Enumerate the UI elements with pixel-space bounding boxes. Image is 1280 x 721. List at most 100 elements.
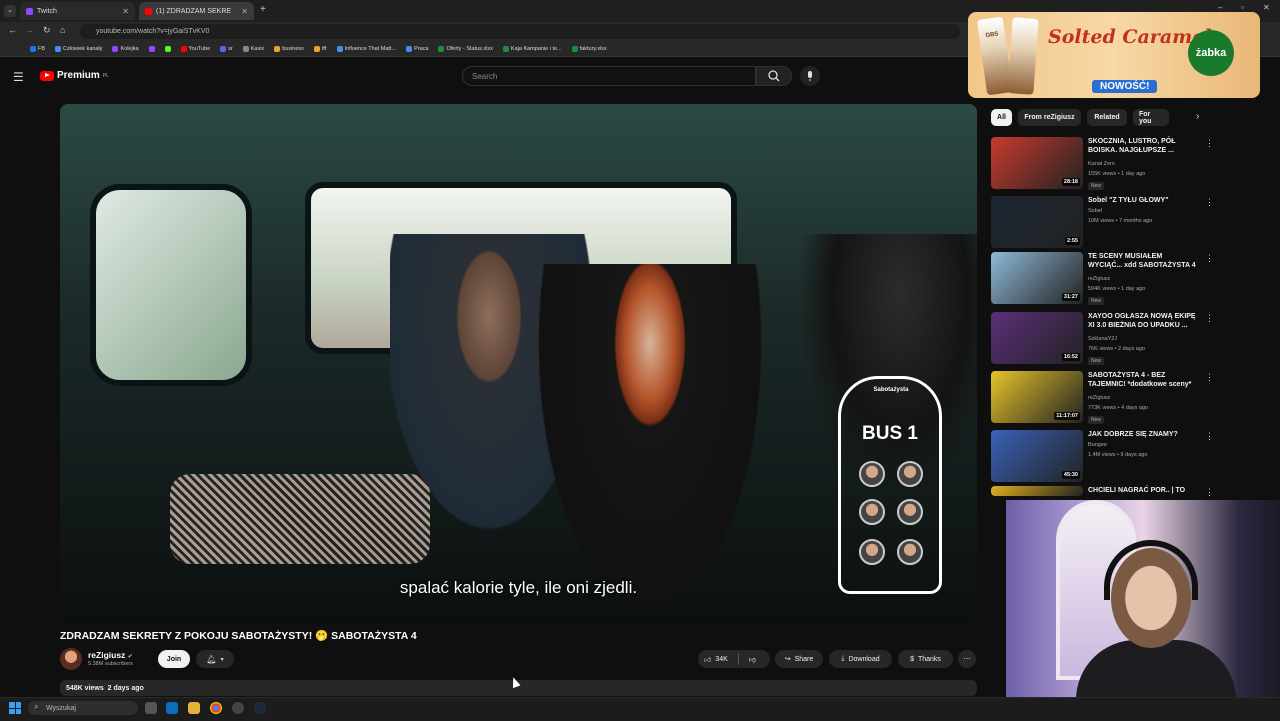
home-icon[interactable]: ⌂ bbox=[60, 25, 65, 35]
related-video-channel[interactable]: Kanał Zero bbox=[1088, 161, 1115, 167]
related-video-meta: 155K views • 1 day ago bbox=[1088, 171, 1146, 177]
page-icon bbox=[242, 45, 249, 52]
video-player[interactable]: Sabotażysta BUS 1 spalać kalorie tyle, i… bbox=[60, 104, 977, 620]
bookmark-label: Człowiek kanały bbox=[63, 45, 103, 52]
minimize-button[interactable]: – bbox=[1218, 3, 1222, 12]
bookmark-item[interactable]: Oferty - Status.xlsx bbox=[438, 45, 493, 52]
video-thumbnail[interactable]: 45:30 bbox=[991, 430, 1083, 482]
thanks-label: Thanks bbox=[917, 655, 941, 663]
share-button[interactable]: ↪ Share bbox=[775, 650, 823, 668]
bookmark-item[interactable]: tft bbox=[313, 45, 327, 52]
chip-all[interactable]: All bbox=[991, 109, 1012, 126]
thumbs-up-icon: 👍︎ bbox=[704, 656, 712, 664]
search-input[interactable]: Search bbox=[462, 66, 756, 86]
close-icon[interactable]: ✕ bbox=[241, 7, 248, 16]
related-video-channel[interactable]: reZigiusz bbox=[1088, 395, 1110, 401]
reload-icon[interactable]: ↻ bbox=[43, 25, 51, 36]
folder-icon bbox=[274, 45, 281, 52]
voice-search-button[interactable] bbox=[800, 66, 820, 86]
file-explorer-icon[interactable] bbox=[188, 702, 200, 714]
dislike-button[interactable]: 👎︎ bbox=[743, 655, 756, 664]
related-video-title[interactable]: JAK DOBRZE SIĘ ZNAMY? bbox=[1088, 430, 1198, 439]
back-icon[interactable]: ← bbox=[8, 25, 17, 35]
menu-icon[interactable]: ☰ bbox=[13, 70, 24, 84]
seat-avatar bbox=[897, 539, 923, 565]
tab-youtube[interactable]: (1) ZDRADZAM SEKRETY Z ✕ bbox=[139, 2, 254, 20]
task-view-icon[interactable] bbox=[145, 702, 157, 714]
bookmark-item[interactable]: Kolejka bbox=[112, 45, 139, 52]
bookmark-item[interactable]: Człowiek kanały bbox=[55, 45, 103, 52]
more-options-icon[interactable]: ⋮ bbox=[1205, 253, 1214, 264]
related-video-channel[interactable]: reZigiusz bbox=[1088, 276, 1110, 282]
close-icon[interactable]: ✕ bbox=[122, 7, 129, 16]
window-close-button[interactable]: ✕ bbox=[1263, 3, 1270, 12]
store-icon[interactable] bbox=[166, 702, 178, 714]
related-video-title[interactable]: SABOTAŻYSTA 4 - BEZ TAJEMNIC! *dodatkowe… bbox=[1088, 371, 1198, 389]
bookmark-item[interactable]: FB bbox=[30, 45, 45, 52]
maximize-button[interactable]: ▫ bbox=[1241, 3, 1244, 12]
url-field[interactable]: youtube.com/watch?v=jyGaiSTvKV0 bbox=[80, 24, 960, 39]
search-icon: ⌕ bbox=[34, 702, 39, 711]
related-video-channel[interactable]: Bungee bbox=[1088, 442, 1107, 448]
related-video-title[interactable]: Sobel "Z TYŁU GŁOWY" bbox=[1088, 196, 1198, 205]
bookmark-item[interactable] bbox=[164, 45, 171, 52]
more-options-icon[interactable]: ⋮ bbox=[1205, 372, 1214, 383]
video-duration: 45:30 bbox=[1061, 471, 1080, 479]
more-options-icon[interactable]: ⋮ bbox=[1205, 313, 1214, 324]
video-thumbnail[interactable]: 28:18 bbox=[991, 137, 1083, 189]
chip-from-channel[interactable]: From reZigiusz bbox=[1018, 109, 1081, 126]
related-video-title[interactable]: SKOCZNIA, LUSTRO, PÓŁ BOISKA. NAJGŁUPSZE… bbox=[1088, 137, 1198, 155]
more-options-icon[interactable]: ⋮ bbox=[1205, 431, 1214, 442]
download-button[interactable]: ⤓ Download bbox=[829, 650, 892, 668]
thanks-button[interactable]: $ Thanks bbox=[898, 650, 953, 668]
tab-list-button[interactable]: ⌄ bbox=[4, 5, 16, 17]
more-options-icon[interactable]: ⋮ bbox=[1205, 487, 1214, 498]
join-button[interactable]: Join bbox=[158, 650, 190, 668]
more-actions-button[interactable]: ⋯ bbox=[958, 650, 976, 668]
chrome-icon[interactable] bbox=[210, 702, 222, 714]
related-video-title[interactable]: XAYOO OGŁASZA NOWĄ EKIPĘ XI 3.0 BIEŻNIA … bbox=[1088, 312, 1198, 330]
video-thumbnail[interactable]: 16:52 bbox=[991, 312, 1083, 364]
channel-name[interactable]: reZigiusz ✔ bbox=[88, 650, 133, 660]
bookmark-item[interactable]: YouTube bbox=[180, 45, 211, 52]
bookmark-item[interactable]: sr bbox=[220, 45, 233, 52]
views-and-date: 548K views 2 days ago bbox=[66, 684, 144, 692]
chevron-down-icon: ▾ bbox=[220, 656, 224, 663]
tab-twitch[interactable]: Twitch ✕ bbox=[20, 2, 135, 20]
new-tab-button[interactable]: + bbox=[260, 4, 266, 15]
bookmark-item[interactable]: Praca bbox=[406, 45, 428, 52]
like-button[interactable]: 👍︎ 34K bbox=[704, 655, 728, 664]
taskbar-search[interactable]: ⌕ Wyszukaj bbox=[28, 701, 138, 715]
bookmark-label: Oferty - Status.xlsx bbox=[446, 45, 493, 52]
more-options-icon[interactable]: ⋮ bbox=[1205, 138, 1214, 149]
video-thumbnail[interactable]: 31:27 bbox=[991, 252, 1083, 304]
related-video-channel[interactable]: SzklanaY2J bbox=[1088, 336, 1117, 342]
download-label: Download bbox=[848, 655, 880, 663]
notifications-button[interactable]: 🔔︎ ▾ bbox=[196, 650, 234, 668]
video-thumbnail[interactable] bbox=[991, 486, 1083, 496]
video-thumbnail[interactable]: 2:55 bbox=[991, 196, 1083, 248]
steam-icon[interactable] bbox=[254, 702, 266, 714]
forward-icon[interactable]: → bbox=[25, 25, 34, 35]
bookmark-label: YouTube bbox=[188, 45, 211, 52]
bookmark-item[interactable] bbox=[148, 45, 155, 52]
start-button[interactable] bbox=[9, 702, 21, 714]
bookmark-item[interactable]: Influence That Matt... bbox=[336, 45, 396, 52]
more-options-icon[interactable]: ⋮ bbox=[1205, 197, 1214, 208]
chevron-right-icon[interactable]: › bbox=[1196, 111, 1199, 122]
bookmark-item[interactable]: business bbox=[274, 45, 304, 52]
ad-banner[interactable]: GBS Solted Caramel NOWOŚĆ! żabka bbox=[968, 12, 1260, 98]
app-icon[interactable] bbox=[232, 702, 244, 714]
video-thumbnail[interactable]: 11:17:07 bbox=[991, 371, 1083, 423]
bookmark-item[interactable]: Kasix bbox=[242, 45, 264, 52]
related-video-title[interactable]: CHCIELI NAGRAĆ POR.. | TO bbox=[1088, 486, 1198, 495]
chip-for-you[interactable]: For you bbox=[1133, 109, 1169, 126]
channel-avatar[interactable] bbox=[60, 648, 82, 670]
search-button[interactable] bbox=[756, 66, 792, 86]
bookmark-item[interactable]: faktury.xlsx bbox=[571, 45, 607, 52]
bookmark-item[interactable]: Kaja Kampanie i te... bbox=[502, 45, 562, 52]
related-video-channel[interactable]: Sobel bbox=[1088, 208, 1102, 214]
related-video-title[interactable]: TE SCENY MUSIAŁEM WYCIĄĆ... xdd SABOTAŻY… bbox=[1088, 252, 1198, 270]
youtube-logo[interactable]: Premium PL bbox=[40, 70, 109, 81]
chip-related[interactable]: Related bbox=[1087, 109, 1127, 126]
